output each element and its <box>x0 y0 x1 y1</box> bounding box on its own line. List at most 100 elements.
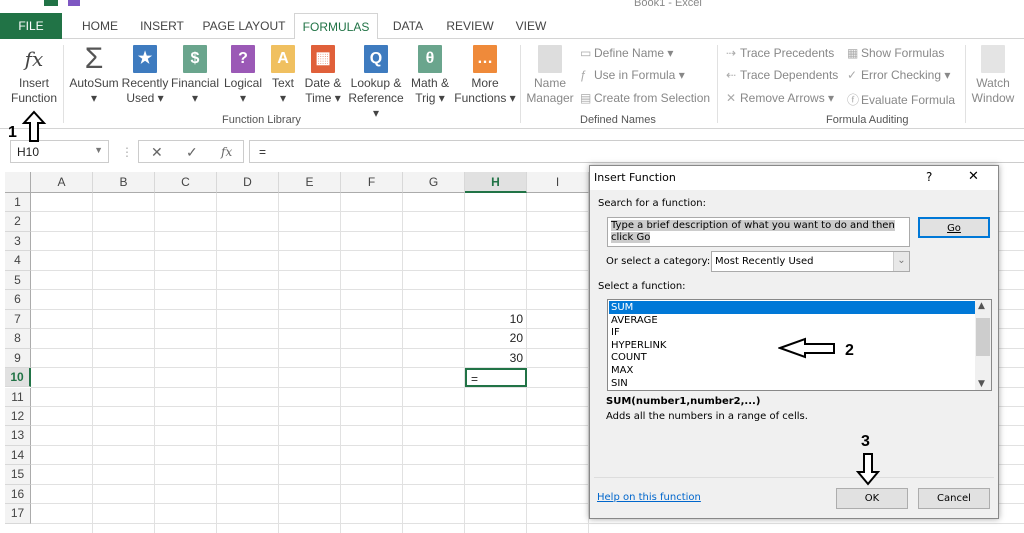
active-cell[interactable]: = <box>465 368 527 388</box>
tab-view[interactable]: VIEW <box>506 13 556 39</box>
left-arrow-annotation-icon <box>778 337 835 359</box>
row-header-6[interactable]: 6 <box>5 290 31 310</box>
tab-file[interactable]: FILE <box>0 13 62 39</box>
row-header-17[interactable]: 17 <box>5 504 31 524</box>
drag-handle-icon[interactable]: ⋮ <box>121 145 133 159</box>
row-header-5[interactable]: 5 <box>5 270 31 291</box>
logicalbutton[interactable]: ? Logical ▾ <box>220 45 266 106</box>
tab-data[interactable]: DATA <box>382 13 434 39</box>
chevron-down-icon[interactable]: ▼ <box>94 145 103 155</box>
create-from-selection-button[interactable]: ▤ Create from Selection <box>580 91 710 105</box>
column-header-E[interactable]: E <box>279 172 341 193</box>
search-label: Search for a function: <box>598 198 706 209</box>
row-header-16[interactable]: 16 <box>5 484 31 505</box>
tab-formulas[interactable]: FORMULAS <box>294 13 378 40</box>
show-formulas-button[interactable]: ▦ Show Formulas <box>847 46 944 60</box>
row-header-3[interactable]: 3 <box>5 231 31 252</box>
name-manager-button[interactable]: Name Manager <box>524 45 576 106</box>
coins-book-icon: $ <box>183 45 207 73</box>
column-header-G[interactable]: G <box>403 172 465 193</box>
select-all-button[interactable] <box>5 172 31 193</box>
scrollbar[interactable]: ▲ ▼ <box>975 300 991 390</box>
function-option[interactable]: AVERAGE <box>609 314 975 327</box>
use-in-formula-button[interactable]: ƒ Use in Formula ▾ <box>580 68 685 82</box>
label: Name <box>533 76 566 90</box>
label: Used ▾ <box>126 91 164 105</box>
tab-home[interactable]: HOME <box>66 13 134 39</box>
autosumbutton[interactable]: Σ AutoSum ▾ <box>68 44 120 106</box>
watch-window-button[interactable]: Watch Window <box>968 45 1018 106</box>
label: Watch <box>976 76 1010 90</box>
label: Text <box>271 76 294 90</box>
tab-insert[interactable]: INSERT <box>134 13 190 39</box>
row-header-4[interactable]: 4 <box>5 251 31 271</box>
insert-function-icon[interactable]: fx <box>221 145 232 159</box>
gridline <box>216 193 217 533</box>
row-header-10[interactable]: 10 <box>5 368 31 388</box>
ok-button[interactable]: OK <box>836 488 908 509</box>
close-icon[interactable]: ✕ <box>968 169 979 184</box>
gridline <box>340 193 341 533</box>
scroll-down-icon[interactable]: ▼ <box>978 379 985 389</box>
row-header-2[interactable]: 2 <box>5 212 31 232</box>
star-book-icon: ★ <box>133 45 157 73</box>
evaluate-formula-button[interactable]: ⓕ Evaluate Formula <box>847 91 955 108</box>
cancel-icon[interactable]: ✕ <box>151 144 163 161</box>
column-header-D[interactable]: D <box>217 172 279 193</box>
scrollbar-thumb[interactable] <box>976 318 990 356</box>
save-icon[interactable] <box>68 0 80 6</box>
cancel-button[interactable]: Cancel <box>918 488 990 509</box>
remove-arrows-button[interactable]: ✕ Remove Arrows ▾ <box>726 91 834 105</box>
cell[interactable]: 10 <box>465 310 527 329</box>
label: Trig ▾ <box>415 91 445 105</box>
function-option[interactable]: SIN <box>609 377 975 390</box>
help-icon[interactable]: ? <box>926 170 932 184</box>
row-header-1[interactable]: 1 <box>5 193 31 213</box>
enter-icon[interactable]: ✓ <box>186 144 198 161</box>
trace-precedents-button[interactable]: ⇢ Trace Precedents <box>726 46 834 60</box>
define-name-button[interactable]: ▭ Define Name ▾ <box>580 46 673 60</box>
column-header-F[interactable]: F <box>341 172 403 193</box>
lookup-button[interactable]: Q Lookup & Reference ▾ <box>345 45 407 121</box>
row-header-15[interactable]: 15 <box>5 465 31 485</box>
recentlybutton[interactable]: ★ Recently Used ▾ <box>120 45 170 106</box>
go-button[interactable]: Go <box>918 217 990 238</box>
row-header-13[interactable]: 13 <box>5 426 31 446</box>
row-header-8[interactable]: 8 <box>5 329 31 349</box>
tab-page-layout[interactable]: PAGE LAYOUT <box>194 13 294 39</box>
label: Lookup & <box>350 76 402 90</box>
row-header-12[interactable]: 12 <box>5 406 31 427</box>
column-header-H[interactable]: H <box>465 172 527 193</box>
date-button[interactable]: ▦ Date & Time ▾ <box>302 45 344 106</box>
help-link[interactable]: Help on this function <box>597 492 701 503</box>
function-option[interactable]: SUM <box>609 301 975 314</box>
category-select[interactable]: Most Recently Used ⌄ <box>711 251 910 272</box>
chevron-down-icon[interactable]: ⌄ <box>893 252 909 271</box>
row-header-7[interactable]: 7 <box>5 309 31 330</box>
cell[interactable]: 30 <box>465 349 527 368</box>
column-header-I[interactable]: I <box>527 172 589 193</box>
row-header-11[interactable]: 11 <box>5 387 31 407</box>
column-header-A[interactable]: A <box>31 172 93 193</box>
label: Define Name ▾ <box>594 46 674 60</box>
row-header-14[interactable]: 14 <box>5 445 31 466</box>
row-header-9[interactable]: 9 <box>5 348 31 369</box>
function-option[interactable]: MAX <box>609 364 975 377</box>
tab-review[interactable]: REVIEW <box>438 13 502 39</box>
down-arrow-annotation-icon <box>855 453 881 486</box>
gridline <box>278 193 279 533</box>
cell[interactable]: 20 <box>465 329 527 348</box>
ribbon-tabs: FILE HOME INSERT PAGE LAYOUT FORMULAS DATA REV… <box>0 13 1024 40</box>
morebutton[interactable]: … More Functions ▾ <box>453 45 517 106</box>
scroll-up-icon[interactable]: ▲ <box>978 301 985 311</box>
column-header-C[interactable]: C <box>155 172 217 193</box>
financialbutton[interactable]: $ Financial ▾ <box>170 45 220 106</box>
insert-function-button[interactable]: fx Insert Function <box>8 45 60 106</box>
math-button[interactable]: θ Math & Trig ▾ <box>408 45 452 106</box>
trace-dependents-button[interactable]: ⇠ Trace Dependents <box>726 68 838 82</box>
search-input[interactable]: Type a brief description of what you wan… <box>607 217 910 247</box>
formula-input[interactable]: = <box>249 140 1024 163</box>
column-header-B[interactable]: B <box>93 172 155 193</box>
textbutton[interactable]: A Text ▾ <box>266 45 300 106</box>
error-checking-button[interactable]: ✓ Error Checking ▾ <box>847 68 950 82</box>
